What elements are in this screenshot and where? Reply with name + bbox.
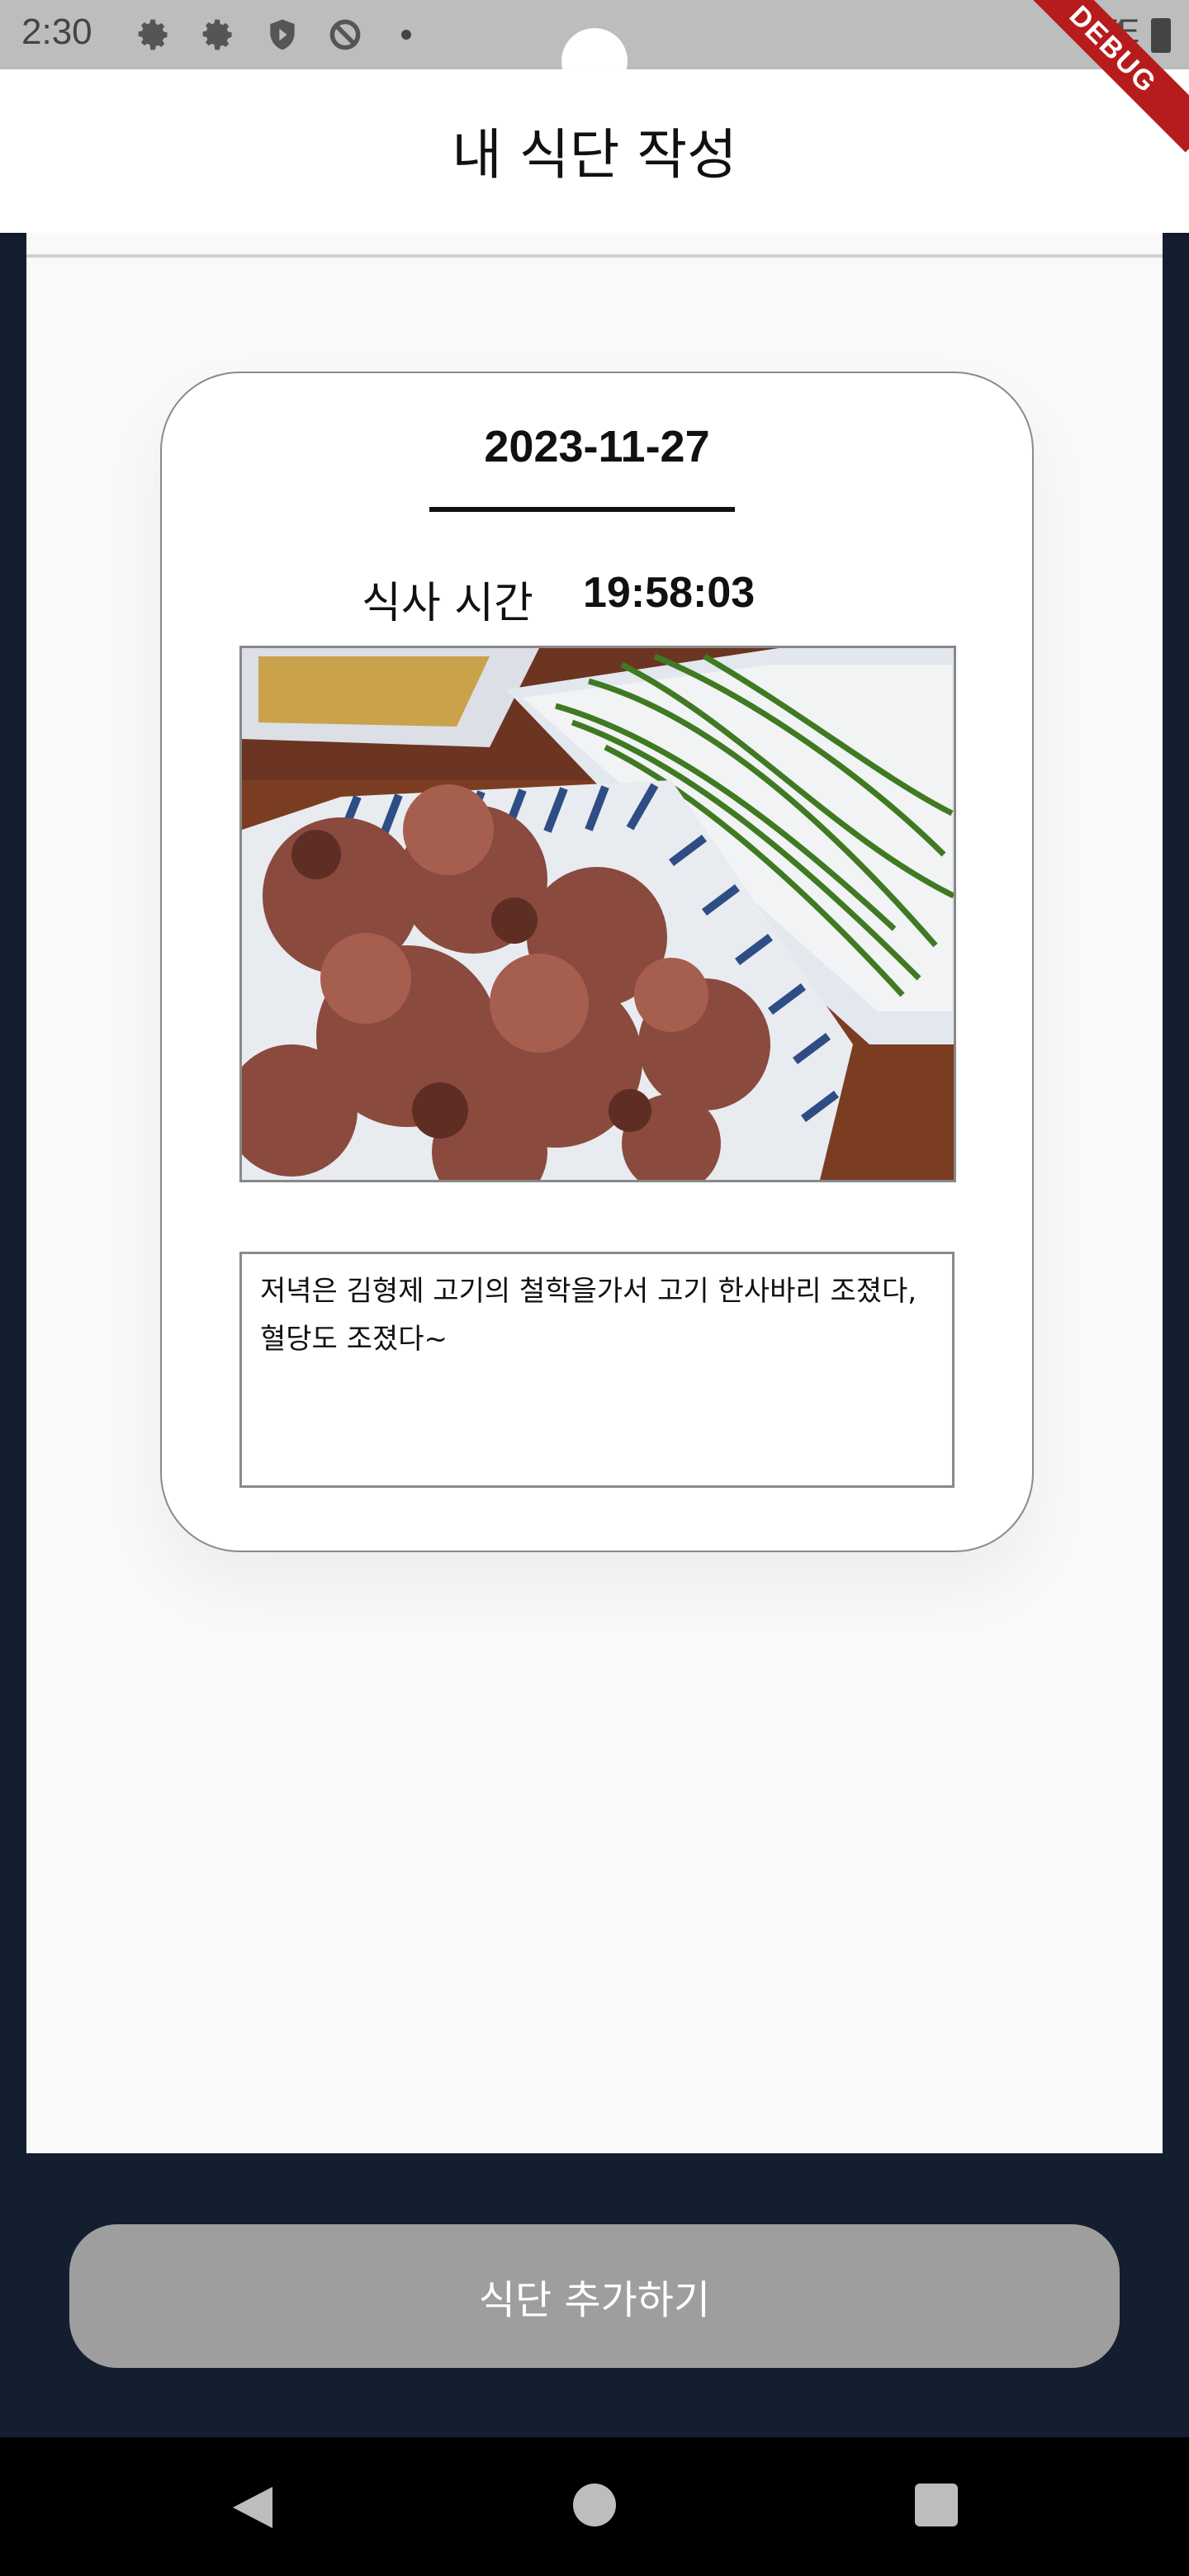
system-nav-bar <box>0 2437 1189 2576</box>
status-bar: 2:30 LTE <box>0 0 1189 94</box>
recent-apps-icon[interactable] <box>915 2484 958 2526</box>
meal-photo-image <box>242 648 954 1180</box>
meal-time-value[interactable]: 19:58:03 <box>583 568 755 618</box>
gear-icon <box>202 19 232 50</box>
add-meal-button[interactable]: 식단 추가하기 <box>69 2224 1120 2368</box>
meal-card: 2023-11-27 식사 시간 19:58:03 저녁은 김형제 고기의 철학… <box>160 372 1034 1552</box>
home-icon[interactable] <box>573 2484 616 2526</box>
shield-icon <box>270 19 295 50</box>
no-data-icon <box>329 19 361 50</box>
memo-text: 저녁은 김형제 고기의 철학을가서 고기 한사바리 조졌다, 혈당도 조졌다~ <box>260 1275 917 1356</box>
content-area: 2023-11-27 식사 시간 19:58:03 저녁은 김형제 고기의 철학… <box>26 233 1163 2153</box>
app-bar: 내 식단 작성 <box>0 69 1189 233</box>
status-time: 2:30 <box>21 12 92 52</box>
divider <box>26 254 1163 258</box>
memo-field[interactable]: 저녁은 김형제 고기의 철학을가서 고기 한사바리 조졌다, 혈당도 조졌다~ <box>239 1252 955 1488</box>
meal-time-label: 식사 시간 <box>362 579 533 628</box>
gear-icon <box>138 19 168 50</box>
dot-icon <box>401 30 411 40</box>
battery-icon <box>1151 18 1171 53</box>
meal-photo[interactable] <box>239 646 956 1182</box>
meal-date[interactable]: 2023-11-27 <box>162 421 1032 472</box>
page-title: 내 식단 작성 <box>452 123 737 187</box>
date-underline <box>429 507 735 512</box>
back-icon[interactable] <box>228 2484 276 2531</box>
